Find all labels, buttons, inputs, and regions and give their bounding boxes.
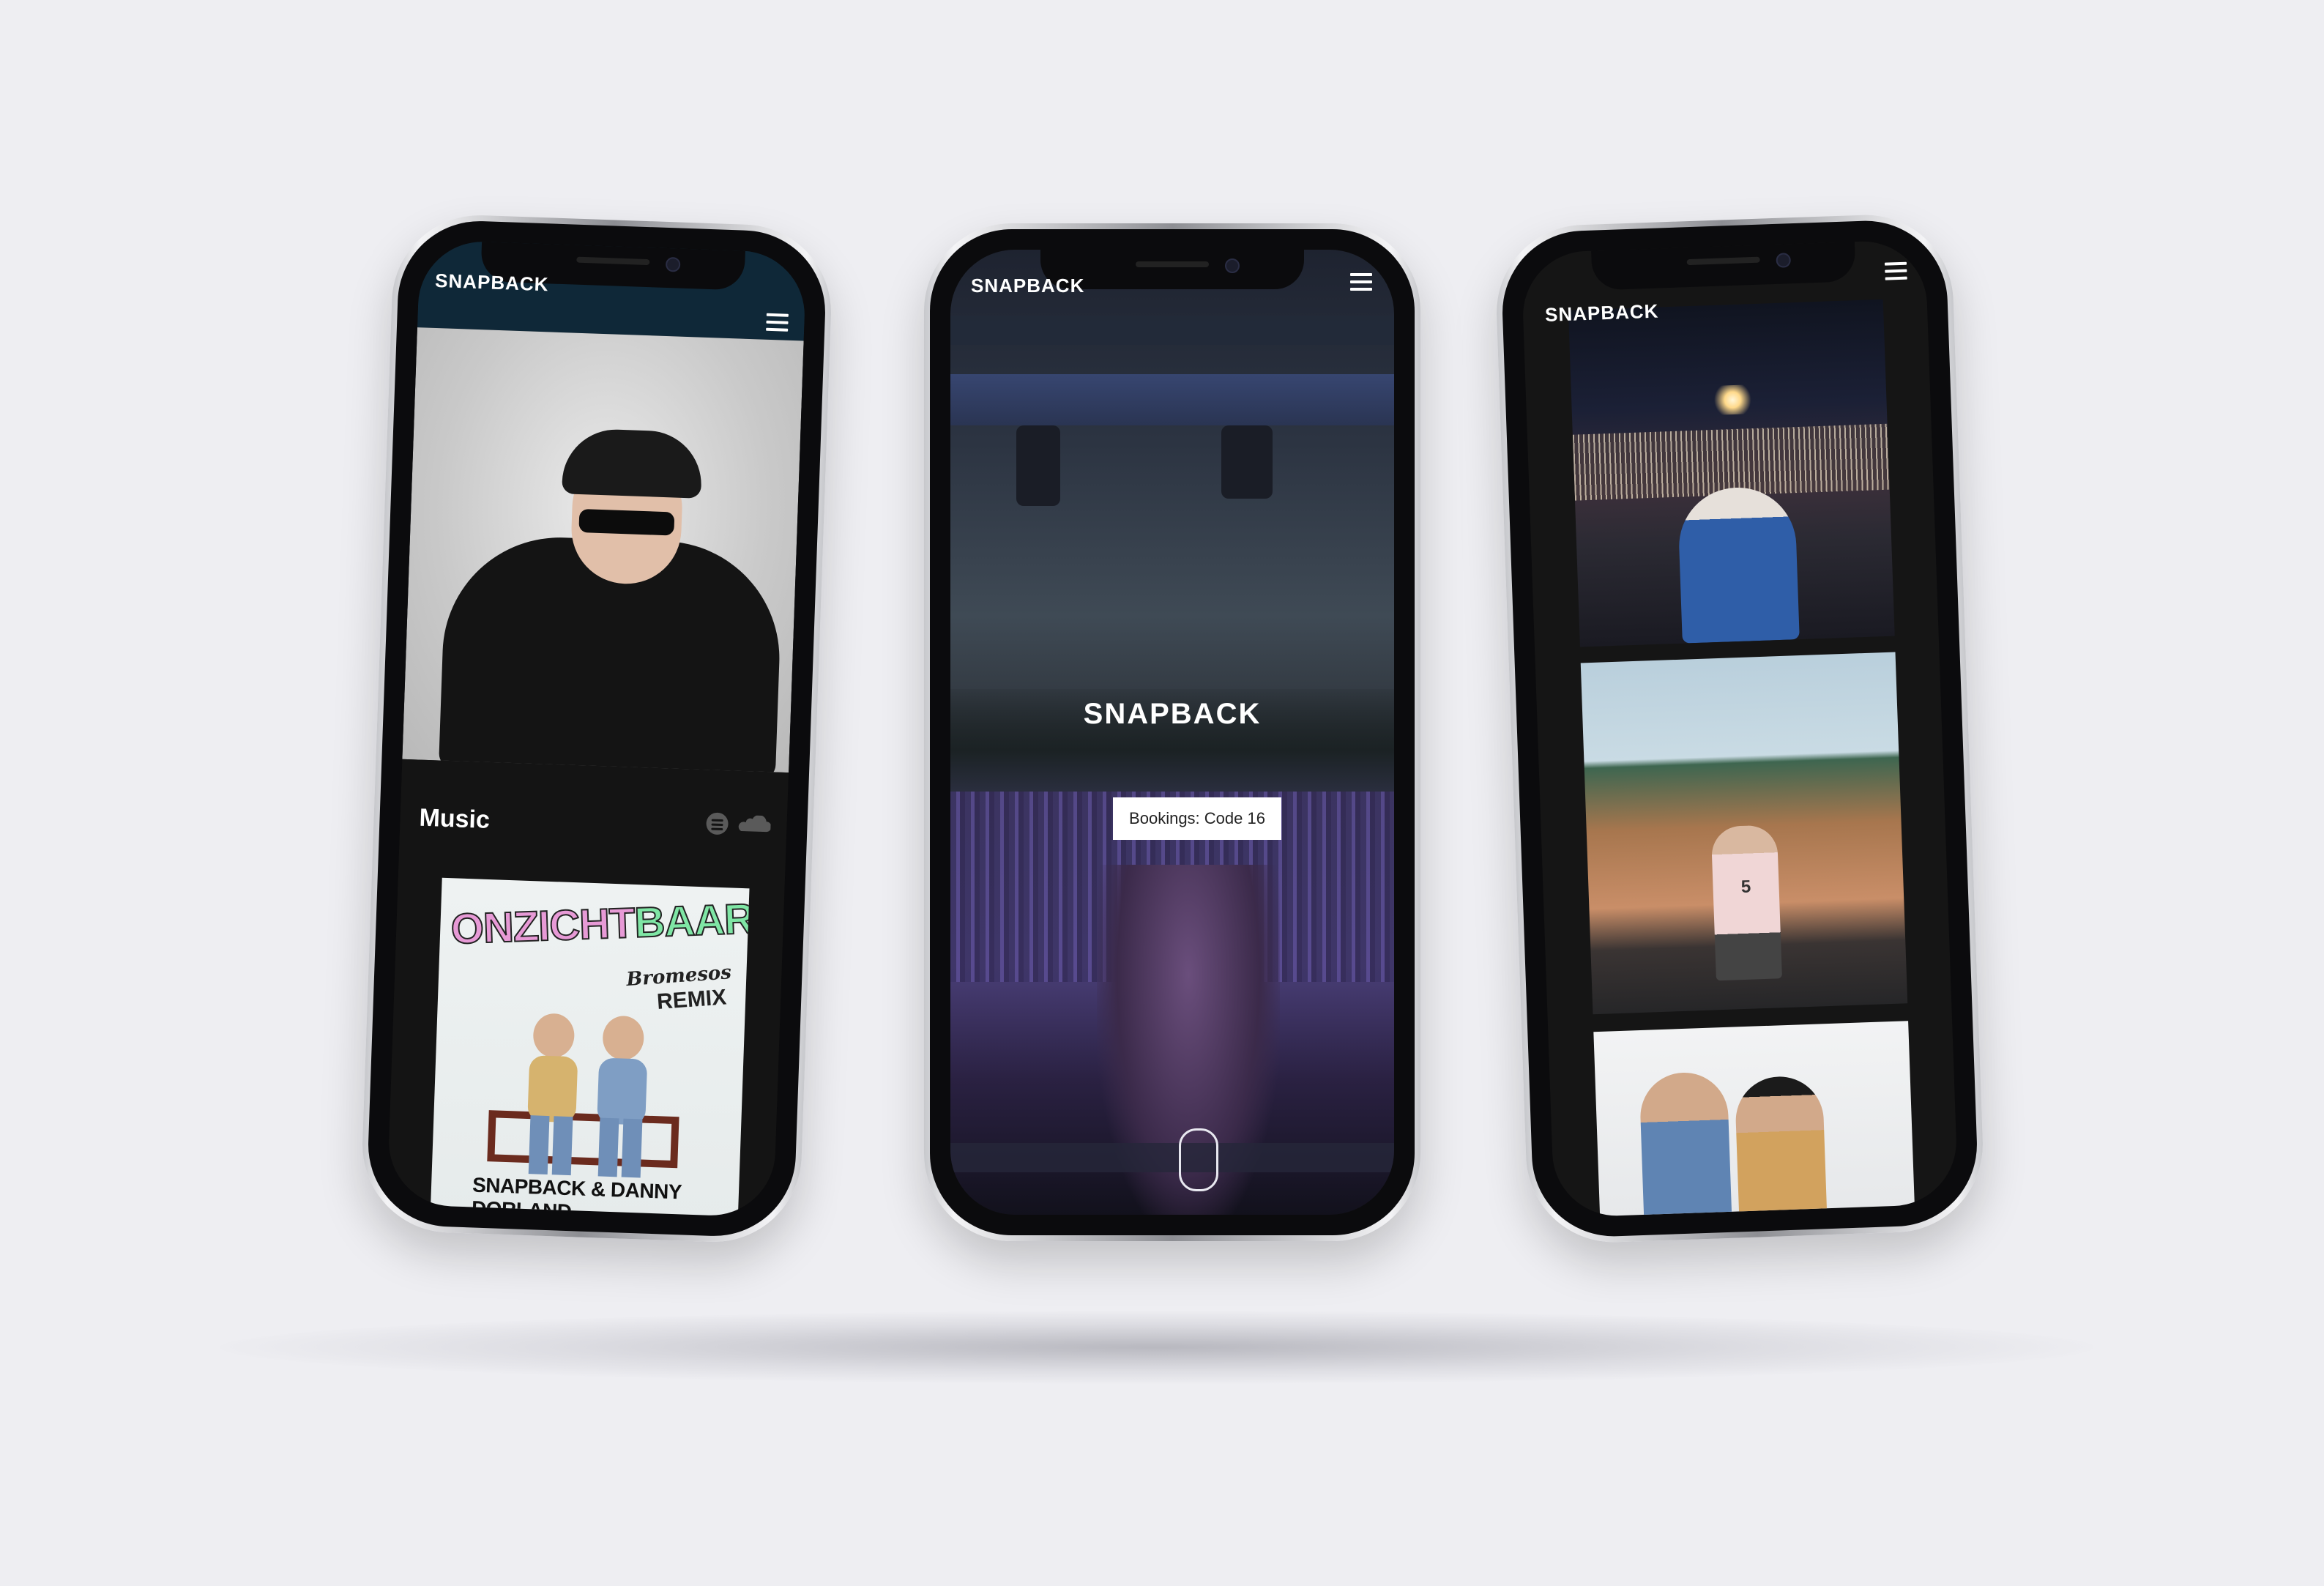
screen-left: SNAPBACK Music ONZICHTBAAR Bromesos REMI… [387,239,807,1218]
phone-body: SNAPBACK 5 [1500,217,1980,1240]
gallery-photo-festival[interactable]: 5 [1580,652,1908,1015]
notch [1591,242,1856,291]
bookings-button[interactable]: Bookings: Code 16 [1113,797,1281,840]
floor-shadow [220,1311,2094,1384]
jersey-number: 5 [1740,876,1751,898]
album-title: ONZICHTBAAR [450,894,750,953]
hero-logo: SNAPBACK [1083,698,1262,730]
artist-photo [402,327,804,773]
gallery-photo-stadium[interactable] [1568,299,1895,647]
phone-body: SNAPBACK Music ONZICHTBAAR Bromesos REMI… [365,218,828,1239]
menu-icon[interactable] [1350,273,1372,291]
artist-figure [417,409,803,773]
album-artwork [487,1013,679,1178]
menu-icon[interactable] [1884,261,1907,280]
section-title: Music [418,803,491,834]
music-section: Music ONZICHTBAAR Bromesos REMIX SNAPBAC… [387,759,789,1218]
gallery-photo-duo[interactable] [1593,1021,1915,1218]
brand-logo[interactable]: SNAPBACK [435,269,549,296]
screen-center: SNAPBACK SNAPBACK Bookings: Code 16 [950,250,1394,1215]
album-cover[interactable]: ONZICHTBAAR Bromesos REMIX SNAPBACK & DA… [430,877,750,1218]
soundcloud-icon[interactable] [738,815,771,835]
phone-center: SNAPBACK SNAPBACK Bookings: Code 16 [924,223,1420,1241]
phone-left: SNAPBACK Music ONZICHTBAAR Bromesos REMI… [359,212,835,1246]
menu-icon[interactable] [766,313,789,332]
brand-logo[interactable]: SNAPBACK [1545,300,1659,327]
phone-body: SNAPBACK SNAPBACK Bookings: Code 16 [930,229,1415,1235]
screen-right: SNAPBACK 5 [1521,239,1959,1218]
spotify-icon[interactable] [706,812,729,835]
brand-logo[interactable]: SNAPBACK [971,275,1084,297]
hero-background [950,250,1394,1215]
scroll-down-icon[interactable] [1179,1128,1218,1191]
phone-right: SNAPBACK 5 [1493,212,1986,1246]
